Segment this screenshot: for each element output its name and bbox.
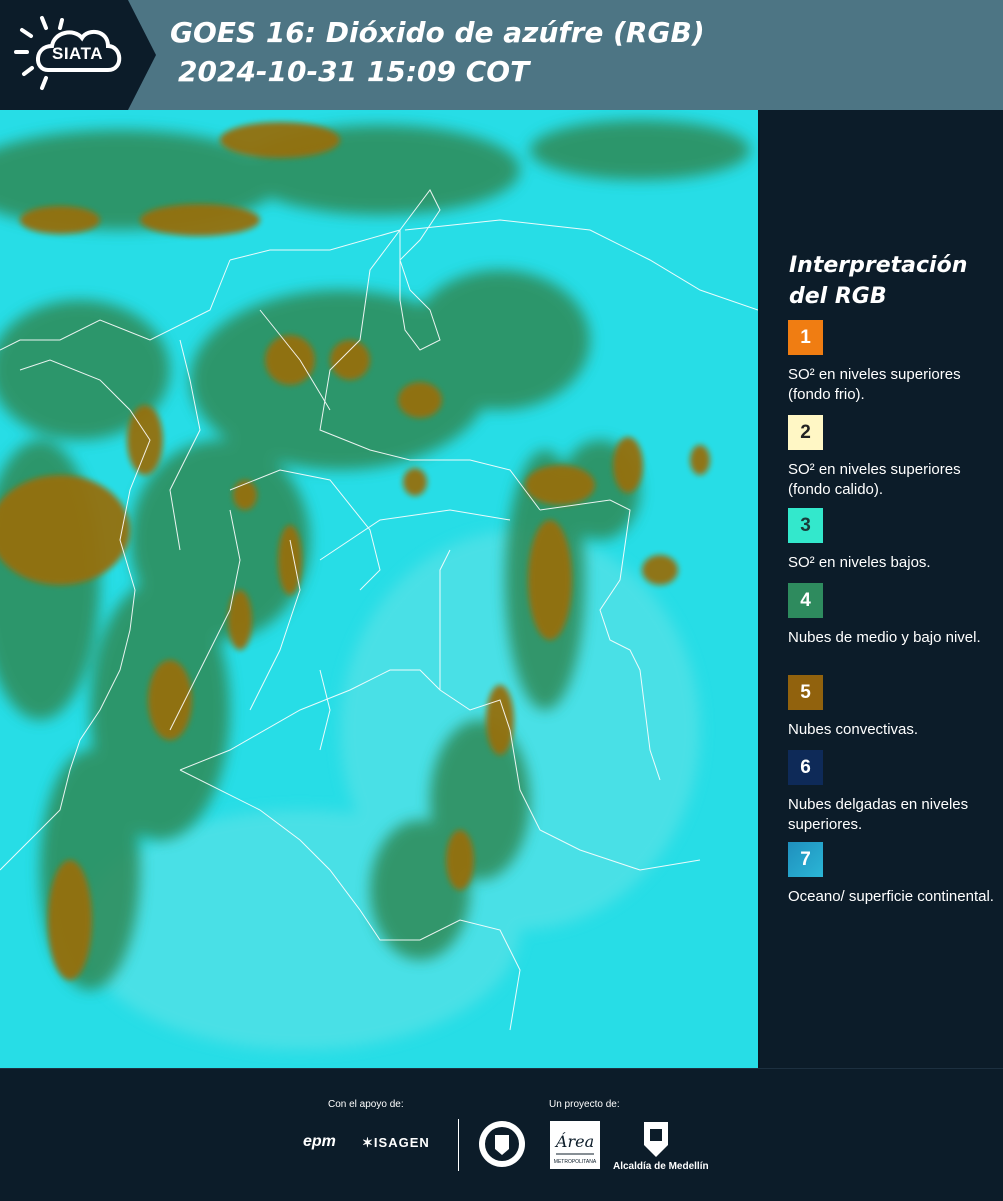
legend-swatch: 4 <box>788 583 823 618</box>
legend-swatch: 2 <box>788 415 823 450</box>
project-caption: Un proyecto de: <box>549 1099 620 1110</box>
area-metropolitana-logo: Área METROPOLITANA <box>550 1121 600 1169</box>
svg-text:Área: Área <box>554 1131 594 1151</box>
alcaldia-label: Alcaldía de Medellín <box>613 1161 709 1172</box>
legend-item-3: 3 SO² en niveles bajos. <box>788 508 998 573</box>
legend-panel: Interpretación del RGB 1 SO² en niveles … <box>760 110 1003 1068</box>
legend-item-5: 5 Nubes convectivas. <box>788 675 998 740</box>
legend-label: Nubes convectivas. <box>788 721 919 738</box>
legend-label: Oceano/ superficie continental. <box>788 888 994 905</box>
isagen-icon: ✶ <box>362 1135 374 1150</box>
legend-item-7: 7 Oceano/ superficie continental. <box>788 842 998 907</box>
footer: Con el apoyo de: Un proyecto de: epm ✶IS… <box>0 1068 1003 1201</box>
legend-item-1: 1 SO² en niveles superiores (fondo frio)… <box>788 320 998 405</box>
legend-swatch: 7 <box>788 842 823 877</box>
isagen-text: ISAGEN <box>373 1135 430 1150</box>
legend-swatch: 6 <box>788 750 823 785</box>
logo-text: SIATA <box>52 44 103 63</box>
legend-title: Interpretación del RGB <box>789 253 968 309</box>
header-bar: SIATA GOES 16: Dióxido de azúfre (RGB) 2… <box>0 0 1003 110</box>
isagen-logo: ✶ISAGEN <box>362 1135 430 1151</box>
legend-label: Nubes delgadas en niveles superiores. <box>788 796 969 833</box>
legend-swatch: 3 <box>788 508 823 543</box>
legend-label: SO² en niveles superiores (fondo frio). <box>788 366 961 403</box>
legend-item-4: 4 Nubes de medio y bajo nivel. <box>788 583 998 648</box>
svg-text:METROPOLITANA: METROPOLITANA <box>554 1159 597 1165</box>
legend-item-2: 2 SO² en niveles superiores (fondo calid… <box>788 415 998 500</box>
alcaldia-crest <box>641 1119 671 1159</box>
legend-label: SO² en niveles superiores (fondo calido)… <box>788 461 961 498</box>
medellin-seal <box>477 1119 527 1169</box>
legend-swatch: 5 <box>788 675 823 710</box>
siata-logo: SIATA <box>0 0 156 110</box>
satellite-map <box>0 110 758 1068</box>
page-title: GOES 16: Dióxido de azúfre (RGB) <box>170 16 705 49</box>
support-caption: Con el apoyo de: <box>328 1099 404 1110</box>
legend-item-6: 6 Nubes delgadas en niveles superiores. <box>788 750 998 835</box>
epm-logo: epm <box>303 1133 336 1150</box>
legend-label: Nubes de medio y bajo nivel. <box>788 629 981 646</box>
footer-divider <box>458 1119 459 1171</box>
timestamp: 2024-10-31 15:09 COT <box>178 55 530 88</box>
legend-swatch: 1 <box>788 320 823 355</box>
legend-label: SO² en niveles bajos. <box>788 554 931 571</box>
